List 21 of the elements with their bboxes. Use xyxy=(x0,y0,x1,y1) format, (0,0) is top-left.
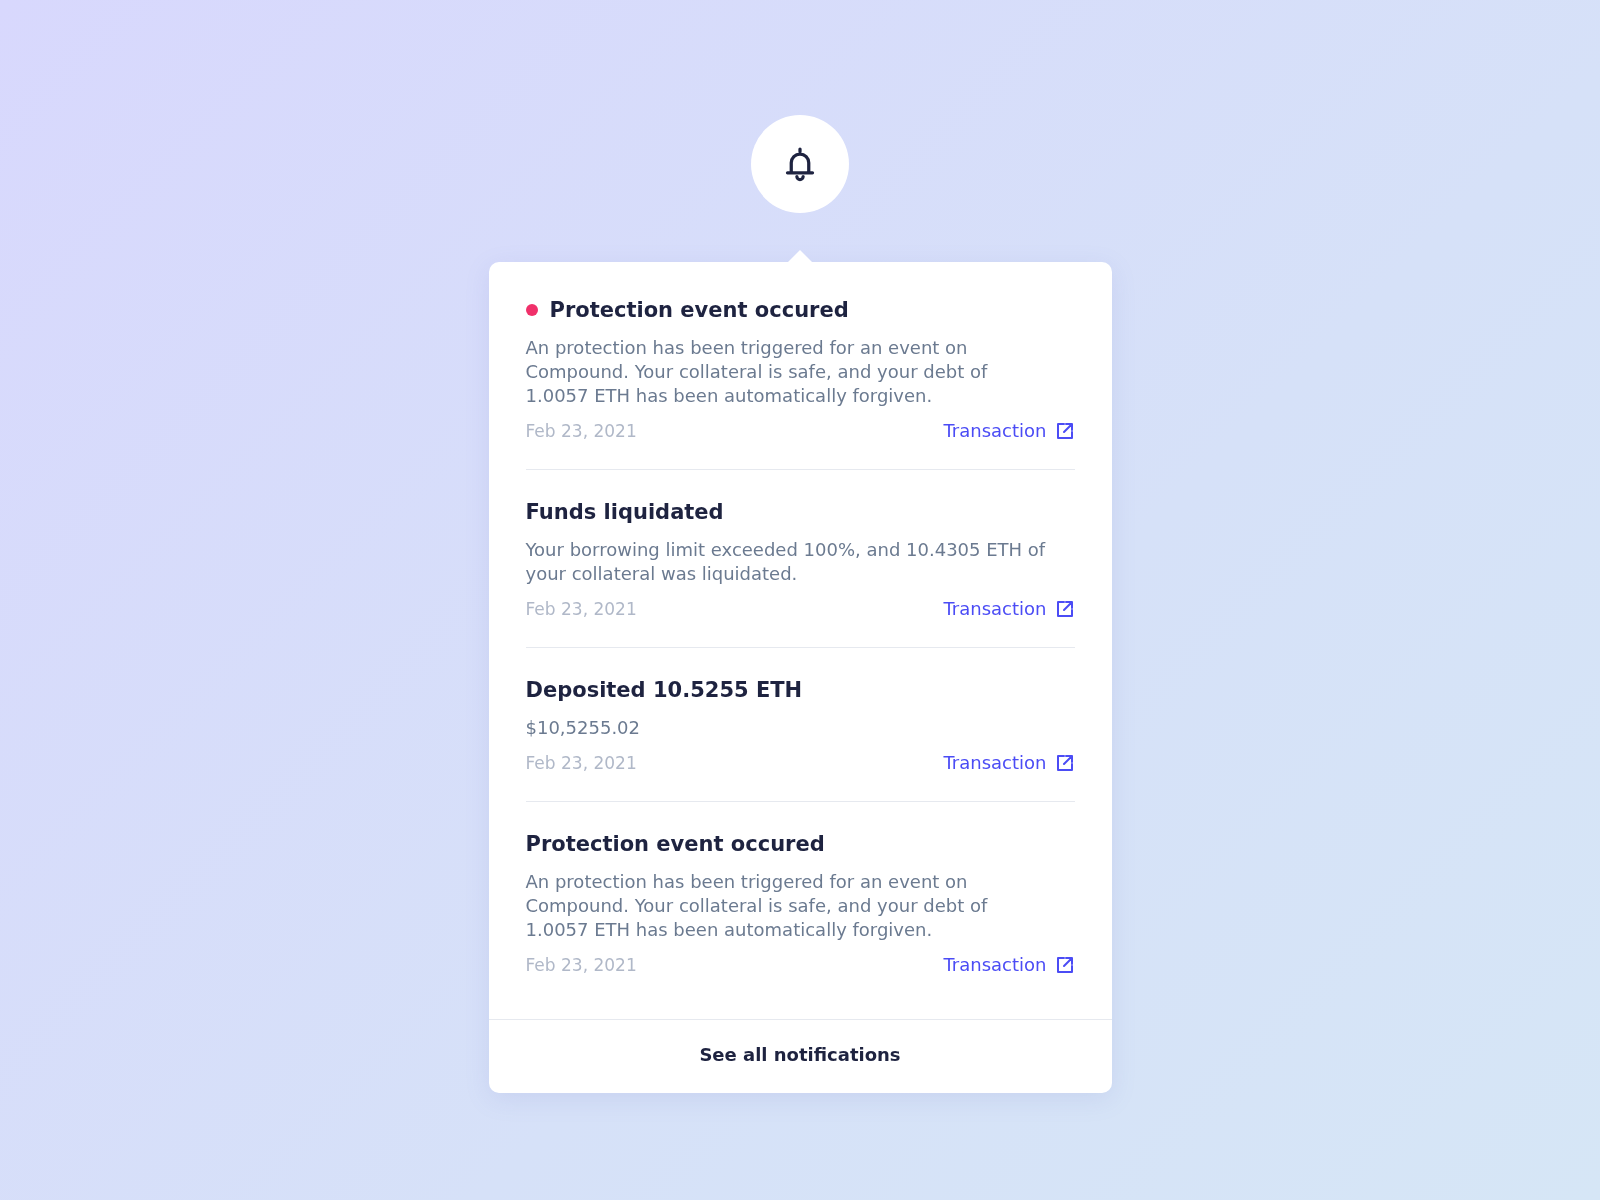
notification-text: An protection has been triggered for an event on Compound. Your collateral is safe, and your debt of 1.0057 ETH has been automatically forgiven. xyxy=(525,870,989,942)
notification-date: Feb 23, 2021 xyxy=(525,598,637,619)
external-link-icon xyxy=(1054,752,1075,773)
notification-title: Protection event occured xyxy=(525,832,825,856)
external-link-icon xyxy=(1054,420,1075,441)
transaction-link[interactable]: Transaction xyxy=(943,954,1075,975)
notification-date: Feb 23, 2021 xyxy=(525,420,637,441)
notification-title: Funds liquidated xyxy=(525,500,724,524)
transaction-link[interactable]: Transaction xyxy=(943,598,1075,619)
notification-text: Your borrowing limit exceeded 100%, and 10.4305 ETH of your collateral was liquidated. xyxy=(525,538,1047,586)
notification-date: Feb 23, 2021 xyxy=(525,954,637,975)
notification-date: Feb 23, 2021 xyxy=(525,752,637,773)
see-all-link[interactable]: See all notifications xyxy=(699,1044,901,1065)
external-link-icon xyxy=(1054,954,1075,975)
notification-text: An protection has been triggered for an event on Compound. Your collateral is safe, and your debt of 1.0057 ETH has been automatically forgiven. xyxy=(525,336,989,408)
transaction-link[interactable]: Transaction xyxy=(943,420,1075,441)
notification-text: $10,5255.02 xyxy=(525,716,641,740)
external-link-icon xyxy=(1054,598,1075,619)
notification-title: Deposited 10.5255 ETH xyxy=(525,678,803,702)
transaction-link[interactable]: Transaction xyxy=(943,752,1075,773)
notification-title: Protection event occured xyxy=(549,298,849,322)
